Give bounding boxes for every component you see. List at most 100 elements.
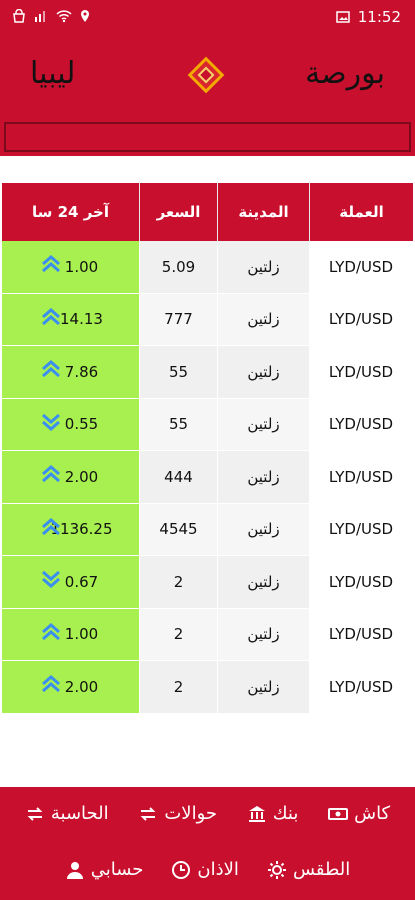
- change-value: 7.86: [64, 362, 99, 381]
- bag-icon: [12, 8, 26, 23]
- double-chevron-up-icon: [40, 306, 62, 328]
- network-speed-icon: [34, 9, 48, 23]
- price-cell: 5.09: [140, 241, 218, 293]
- change-value: 14.13: [60, 310, 103, 329]
- double-chevron-up-icon: [40, 463, 62, 485]
- nav-row-bottom: حسابي الاذان الطقس: [0, 859, 415, 880]
- price-cell: 55: [140, 346, 218, 398]
- change-cell: 1.00: [2, 241, 140, 293]
- currency-cell: LYD/USD: [310, 556, 413, 608]
- currency-cell: LYD/USD: [310, 346, 413, 398]
- nav-adhan[interactable]: الاذان: [171, 859, 239, 880]
- city-cell: زلتين: [218, 293, 310, 345]
- nav-weather-label: الطقس: [292, 859, 351, 880]
- table-row[interactable]: 1.00 2 زلتين LYD/USD: [2, 608, 413, 661]
- brand-title-left: ليبيا: [30, 56, 76, 91]
- nav-bank[interactable]: بنك: [247, 803, 298, 824]
- double-chevron-down-icon: [40, 568, 62, 590]
- double-chevron-down-icon: [40, 411, 62, 433]
- nav-adhan-label: الاذان: [197, 859, 239, 880]
- gallery-icon: [336, 10, 350, 24]
- nav-transfers-label: حوالات: [164, 803, 217, 824]
- status-time: 11:52: [357, 8, 401, 26]
- double-chevron-up-icon: [40, 253, 62, 275]
- brand-title-right: بورصة: [305, 56, 385, 91]
- nav-transfers[interactable]: حوالات: [138, 803, 217, 824]
- cash-icon: [328, 807, 349, 820]
- change-cell: 2.00: [2, 451, 140, 503]
- table-row[interactable]: 1136.25 4545 زلتين LYD/USD: [2, 503, 413, 556]
- sun-icon: [267, 860, 286, 879]
- table-row[interactable]: 1.00 5.09 زلتين LYD/USD: [2, 241, 413, 294]
- app-logo: [185, 54, 227, 96]
- price-cell: 2: [140, 556, 218, 608]
- price-cell: 777: [140, 293, 218, 345]
- change-cell: 14.13: [2, 293, 140, 345]
- price-cell: 444: [140, 451, 218, 503]
- table-row[interactable]: 2.00 2 زلتين LYD/USD: [2, 661, 413, 714]
- table-row[interactable]: 14.13 777 زلتين LYD/USD: [2, 293, 413, 346]
- currency-cell: LYD/USD: [310, 608, 413, 660]
- header-price: السعر: [140, 183, 218, 241]
- change-cell: 1.00: [2, 608, 140, 660]
- change-value: 2.00: [64, 467, 99, 486]
- currency-cell: LYD/USD: [310, 503, 413, 555]
- status-right: 11:52: [336, 8, 401, 26]
- nav-account[interactable]: حسابي: [65, 859, 144, 880]
- city-cell: زلتين: [218, 503, 310, 555]
- change-cell: 0.67: [2, 556, 140, 608]
- currency-cell: LYD/USD: [310, 398, 413, 450]
- city-cell: زلتين: [218, 661, 310, 713]
- change-cell: 1136.25: [2, 503, 140, 555]
- city-cell: زلتين: [218, 398, 310, 450]
- nav-account-label: حسابي: [90, 859, 144, 880]
- city-cell: زلتين: [218, 346, 310, 398]
- double-chevron-up-icon: [40, 673, 62, 695]
- clock-icon: [172, 860, 191, 879]
- double-chevron-up-icon: [40, 516, 62, 538]
- currency-cell: LYD/USD: [310, 661, 413, 713]
- city-cell: زلتين: [218, 451, 310, 503]
- table-row[interactable]: 7.86 55 زلتين LYD/USD: [2, 346, 413, 399]
- change-value: 0.67: [64, 572, 99, 591]
- app-header: ليبيا بورصة: [0, 36, 415, 156]
- double-chevron-up-icon: [40, 358, 62, 380]
- ticker-bar: [4, 122, 411, 152]
- nav-row-top: الحاسبة حوالات بنك كاش: [0, 803, 415, 824]
- status-left-icons: [12, 8, 92, 23]
- price-cell: 4545: [140, 503, 218, 555]
- change-value: 2.00: [64, 677, 99, 696]
- rates-table-header: آخر 24 سا السعر المدينة العملة: [2, 183, 413, 241]
- nav-calculator[interactable]: الحاسبة: [25, 803, 109, 824]
- price-cell: 2: [140, 608, 218, 660]
- city-cell: زلتين: [218, 556, 310, 608]
- bottom-navigation: الحاسبة حوالات بنك كاش حسابي الاذان الطق…: [0, 787, 415, 900]
- currency-cell: LYD/USD: [310, 241, 413, 293]
- change-value: 1.00: [64, 257, 99, 276]
- change-value: 1.00: [64, 625, 99, 644]
- city-cell: زلتين: [218, 241, 310, 293]
- rates-table-body: 1.00 5.09 زلتين LYD/USD 14.13 777 زلتين LYD/USD…: [2, 241, 413, 714]
- currency-cell: LYD/USD: [310, 293, 413, 345]
- table-row[interactable]: 0.55 55 زلتين LYD/USD: [2, 398, 413, 451]
- double-chevron-up-icon: [40, 621, 62, 643]
- change-cell: 2.00: [2, 661, 140, 713]
- change-cell: 0.55: [2, 398, 140, 450]
- currency-cell: LYD/USD: [310, 451, 413, 503]
- nav-weather[interactable]: الطقس: [267, 859, 350, 880]
- price-cell: 2: [140, 661, 218, 713]
- user-icon: [66, 861, 83, 879]
- change-value: 0.55: [64, 415, 99, 434]
- swap-icon: [27, 806, 43, 821]
- nav-cash[interactable]: كاش: [328, 803, 390, 824]
- city-cell: زلتين: [218, 608, 310, 660]
- nav-cash-label: كاش: [354, 803, 391, 824]
- location-icon: [78, 9, 92, 23]
- price-cell: 55: [140, 398, 218, 450]
- status-bar: 11:52: [0, 0, 415, 36]
- wifi-icon: [56, 9, 72, 23]
- header-city: المدينة: [218, 183, 310, 241]
- table-row[interactable]: 2.00 444 زلتين LYD/USD: [2, 451, 413, 504]
- table-row[interactable]: 0.67 2 زلتين LYD/USD: [2, 556, 413, 609]
- header-change: آخر 24 سا: [2, 183, 140, 241]
